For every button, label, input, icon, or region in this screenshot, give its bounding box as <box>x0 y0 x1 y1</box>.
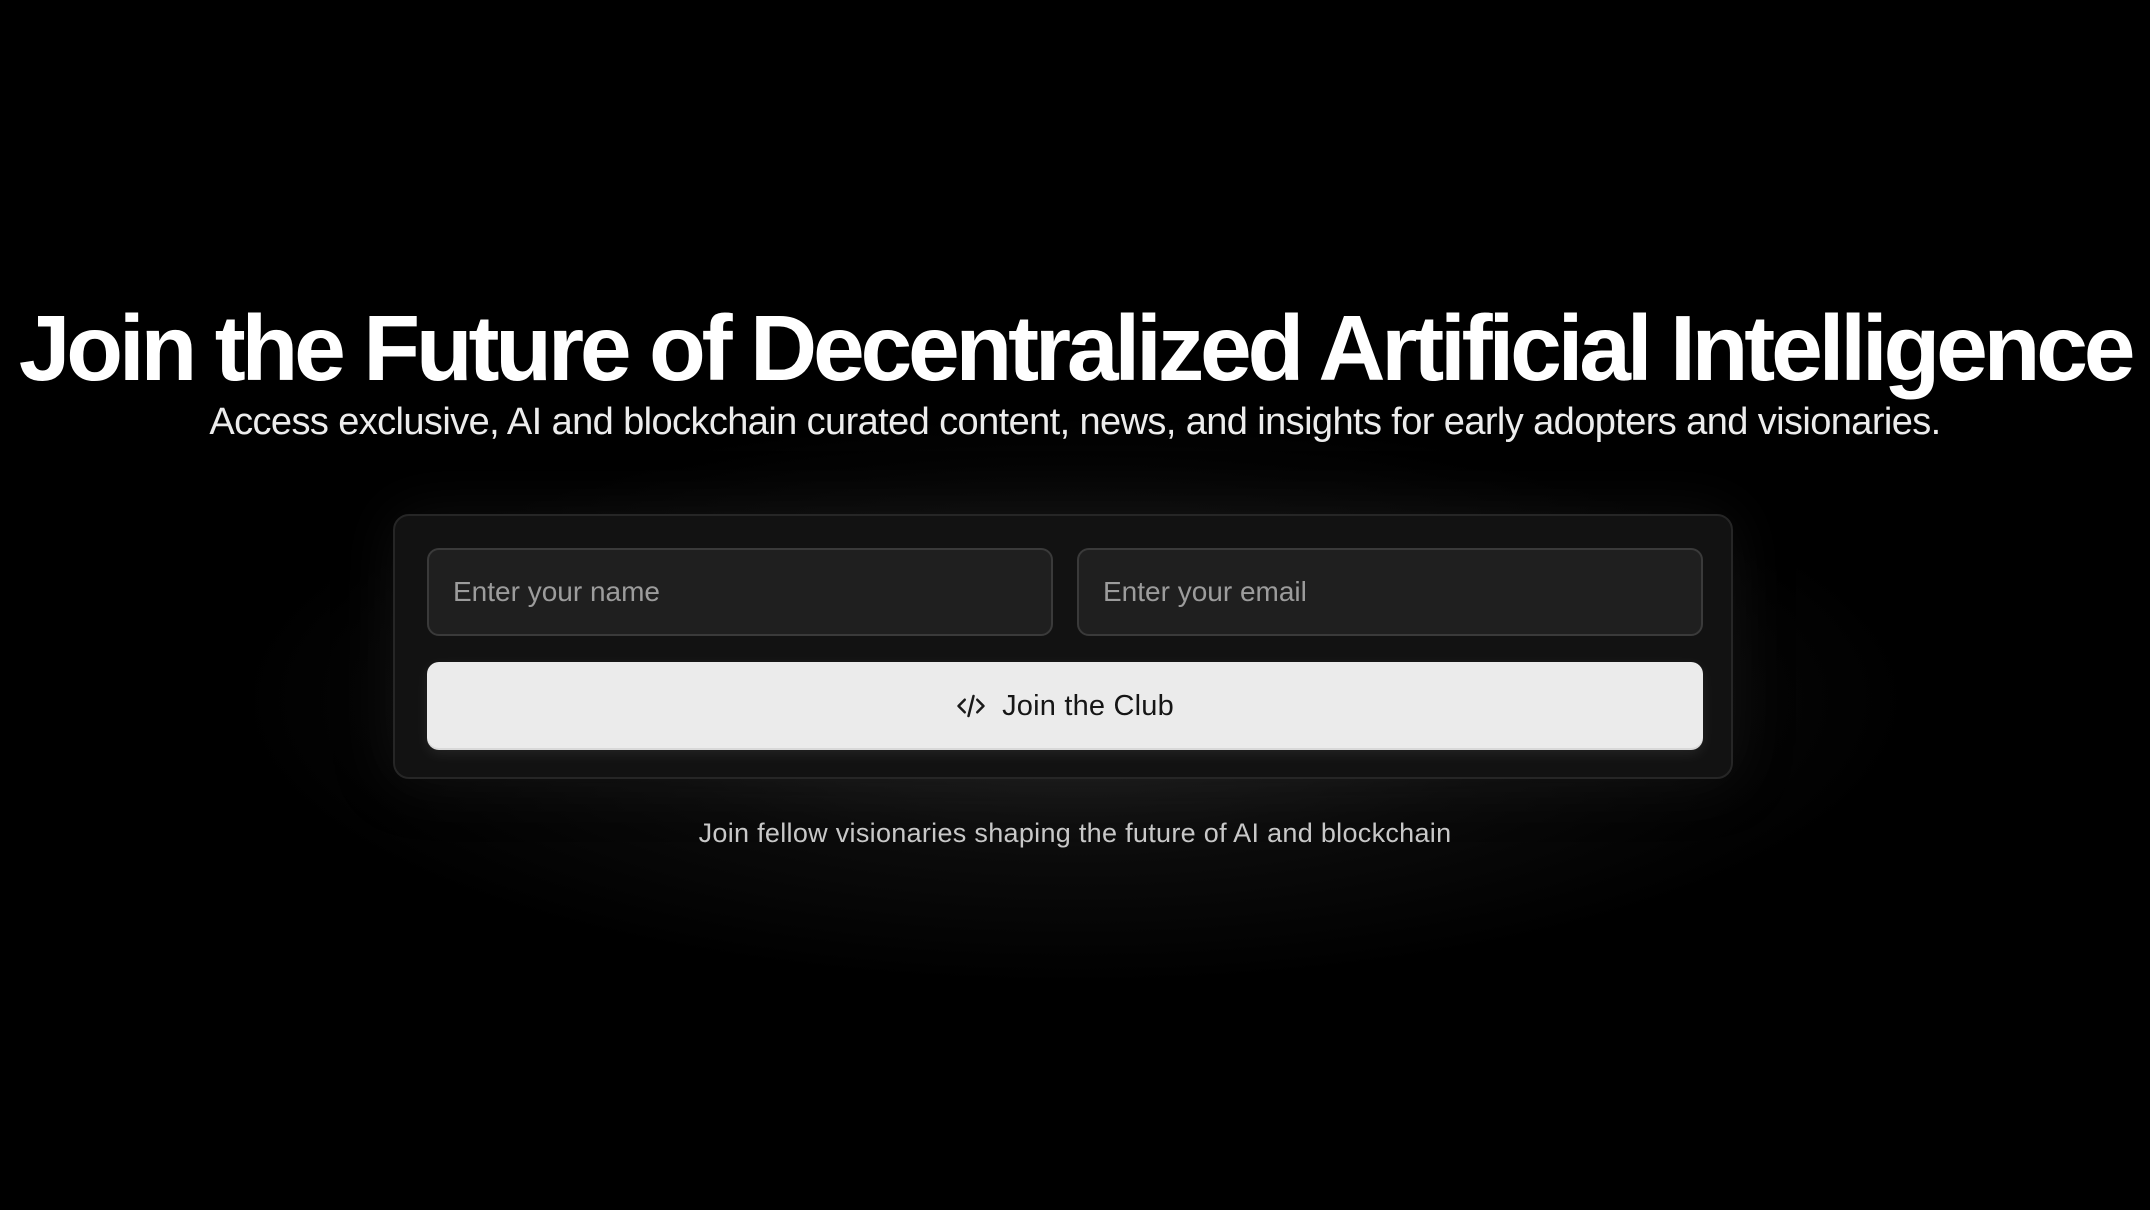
name-input[interactable] <box>427 548 1053 636</box>
page-title: Join the Future of Decentralized Artific… <box>18 296 2136 400</box>
join-club-button[interactable]: Join the Club <box>427 662 1703 750</box>
email-input[interactable] <box>1077 548 1703 636</box>
code-icon <box>956 691 986 721</box>
signup-form: Join the Club <box>393 514 1733 779</box>
join-club-button-label: Join the Club <box>1002 689 1174 722</box>
page-subtitle: Access exclusive, AI and blockchain cura… <box>209 401 1941 443</box>
footnote-text: Join fellow visionaries shaping the futu… <box>698 818 1452 848</box>
